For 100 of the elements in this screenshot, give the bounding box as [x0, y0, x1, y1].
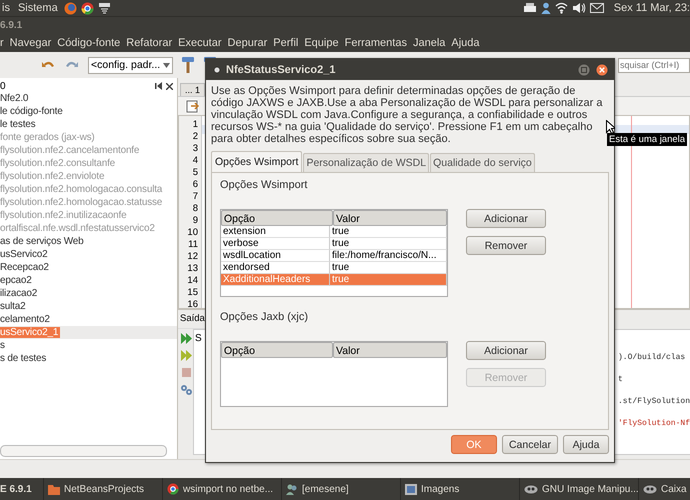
tree-item[interactable]: s — [0, 340, 5, 351]
tree-item[interactable]: as de serviços Web — [0, 236, 84, 247]
printer-icon[interactable] — [522, 2, 537, 14]
tree-item[interactable]: Nfe2.0 — [0, 93, 28, 104]
tree-item[interactable]: ilizacao2 — [0, 288, 38, 299]
dialog-title: NfeStatusServico2_1 — [226, 64, 336, 76]
column-header[interactable]: Valor — [333, 342, 447, 358]
line-number: 13 — [186, 263, 199, 275]
close-icon[interactable] — [166, 82, 173, 90]
horizontal-scrollbar[interactable] — [0, 445, 167, 457]
menu-item[interactable]: r — [0, 37, 7, 49]
search-field[interactable]: squisar (Ctrl+I) — [618, 58, 690, 72]
button[interactable]: Ajuda — [563, 435, 609, 454]
tree-item[interactable]: le código-fonte — [0, 106, 63, 117]
line-number: 11 — [187, 239, 199, 251]
line-number: 10 — [186, 227, 199, 239]
menu-item[interactable]: Refatorar — [123, 37, 176, 49]
output-line: t — [618, 374, 624, 386]
hammer-icon[interactable] — [181, 56, 196, 74]
menu-item[interactable]: Janela — [410, 37, 448, 49]
line-number: 8 — [192, 203, 199, 215]
editor-tab[interactable]: ... 1 — [180, 83, 206, 96]
section-heading: Opções Wsimport — [220, 179, 308, 191]
tree-item[interactable]: sulta2 — [0, 301, 26, 312]
line-number: 16 — [186, 299, 199, 311]
taskbar-button[interactable]: Imagens — [400, 478, 519, 500]
window-title: 6.9.1 — [0, 20, 22, 31]
output-line: 'FlySolution-Nf — [618, 418, 690, 430]
line-number: 14 — [186, 275, 199, 287]
output-tab[interactable]: S — [195, 333, 202, 344]
line-number: 1 — [192, 119, 199, 131]
tab[interactable]: Opções Wsimport — [211, 151, 302, 172]
menu-item[interactable]: Navegar — [6, 37, 54, 49]
column-header[interactable]: Valor — [333, 210, 447, 226]
taskbar-button[interactable]: E 6.9.1 — [0, 478, 43, 500]
mouse-pointer-icon — [606, 120, 615, 134]
menu-item[interactable]: Executar — [175, 37, 225, 49]
image-icon — [405, 484, 417, 494]
panel-menu[interactable]: is — [0, 2, 12, 14]
tree-item[interactable]: epcao2 — [0, 275, 32, 286]
section-heading: Opções Jaxb (xjc) — [220, 311, 310, 323]
clock[interactable]: Sex 11 Mar, 23: — [608, 2, 690, 14]
browser-icon[interactable] — [80, 2, 94, 14]
panel-menu[interactable]: Sistema — [16, 2, 60, 14]
panel-title: 0 — [0, 80, 6, 92]
button: Remover — [466, 368, 546, 387]
button[interactable]: Adicionar — [466, 209, 546, 228]
line-number: 9 — [192, 215, 199, 227]
output-line: ).O/build/clas — [618, 352, 686, 364]
caret-icon — [163, 62, 170, 68]
source-history-icon[interactable] — [186, 100, 199, 112]
button[interactable]: Remover — [466, 236, 546, 255]
line-number: 15 — [186, 287, 199, 299]
menu-item[interactable]: Depurar — [224, 37, 270, 49]
close-icon[interactable] — [596, 64, 608, 76]
line-number: 2 — [192, 131, 199, 143]
line-number: 5 — [192, 167, 199, 179]
globe-icon[interactable] — [64, 2, 77, 14]
wifi-icon[interactable] — [554, 2, 568, 14]
taskbar-button[interactable]: NetBeansProjects — [43, 478, 162, 500]
tree-item[interactable]: s de testes — [0, 353, 46, 364]
table-row[interactable]: extension true — [221, 226, 447, 238]
column-header[interactable]: Opção — [221, 342, 333, 358]
dot-icon — [214, 66, 220, 72]
stop-icon — [180, 367, 192, 378]
gears-icon[interactable] — [180, 384, 192, 396]
output-line: .st/FlySolution — [618, 396, 690, 408]
column-header[interactable]: Opção — [221, 210, 333, 226]
button[interactable]: Adicionar — [466, 341, 546, 360]
envelope-icon[interactable] — [590, 3, 604, 13]
people-icon — [286, 484, 298, 494]
taskbar-button[interactable]: GNU Image Manipu... — [519, 478, 638, 500]
button[interactable]: Cancelar — [502, 435, 558, 454]
folder-icon — [48, 484, 60, 494]
menu-item[interactable]: Ferramentas — [342, 37, 410, 49]
maximize-icon[interactable] — [578, 64, 590, 76]
taskbar-button[interactable]: Caixa — [638, 478, 690, 500]
speaker-icon[interactable] — [572, 2, 586, 14]
line-number: 6 — [192, 179, 199, 191]
table-row[interactable]: verbose true — [221, 238, 447, 250]
menu-item[interactable]: Código-fonte — [54, 37, 124, 49]
tab[interactable]: Qualidade do serviço — [430, 153, 535, 172]
menu-item[interactable]: Perfil — [270, 37, 302, 49]
menu-item[interactable]: Equipe — [301, 37, 342, 49]
browser-icon — [167, 483, 179, 495]
line-number: 12 — [186, 251, 199, 263]
taskbar-button[interactable]: [emesene] — [281, 478, 400, 500]
menu-item[interactable]: Ajuda — [448, 37, 483, 49]
table-row[interactable]: wsdlLocation file:/home/francisco/N... — [221, 250, 447, 262]
person-icon[interactable] — [540, 2, 551, 14]
tree-item[interactable]: le testes — [0, 119, 36, 130]
line-number: 7 — [192, 191, 199, 203]
rerun-icon[interactable] — [180, 333, 192, 344]
line-number: 4 — [192, 155, 199, 167]
taskbar-button[interactable]: wsimport no netbe... — [162, 478, 281, 500]
config-dropdown[interactable]: <config. padr... — [88, 56, 174, 74]
tree-item[interactable]: celamento2 — [0, 314, 50, 325]
tab[interactable]: Personalização de WSDL — [303, 153, 430, 172]
tree-item[interactable]: usServico2 — [0, 249, 48, 260]
tree-item[interactable]: Recepcao2 — [0, 262, 49, 273]
